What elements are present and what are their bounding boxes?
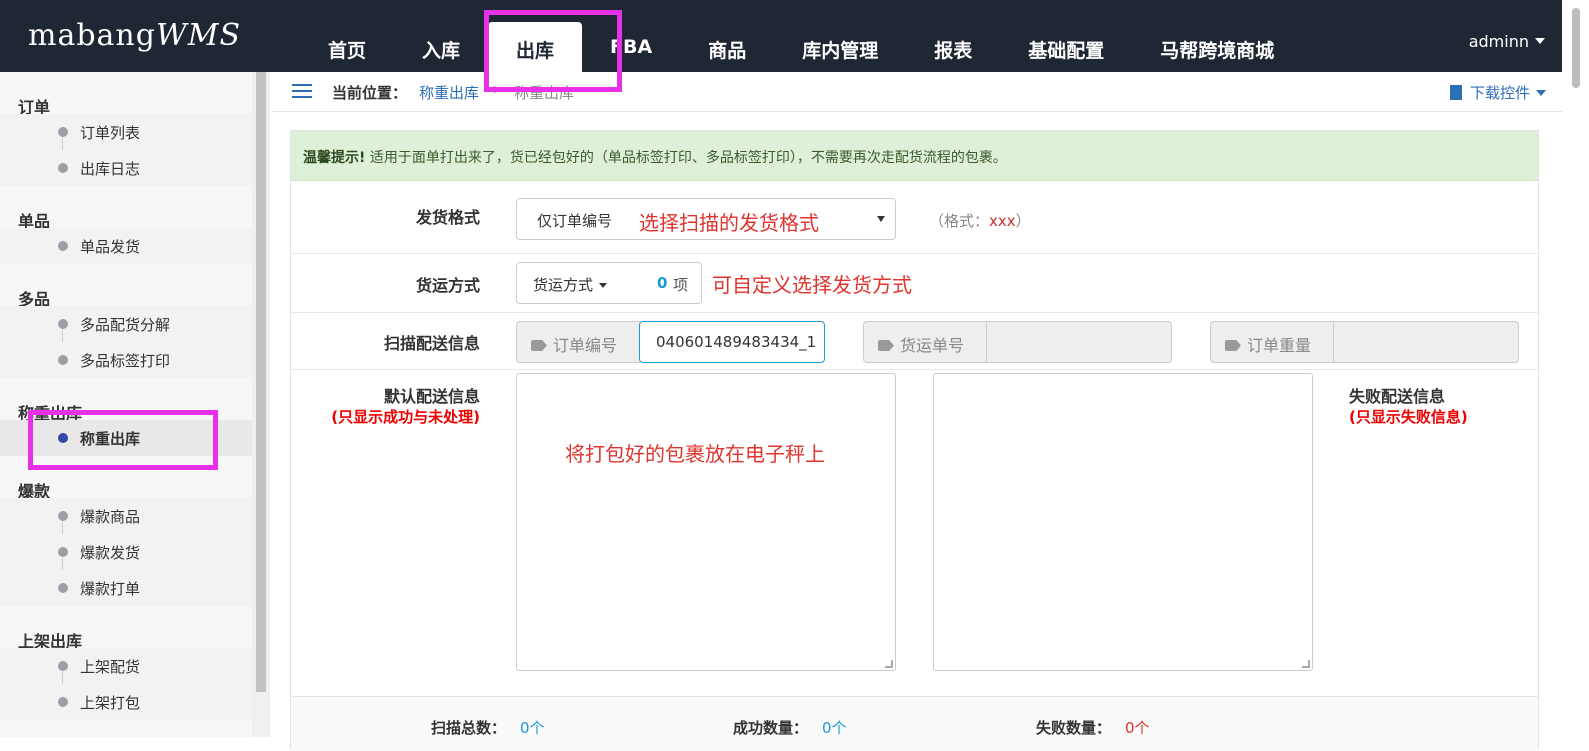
sidebar-item-single-ship[interactable]: 单品发货 — [0, 228, 252, 264]
nav-outbound[interactable]: 出库 — [488, 22, 583, 72]
sidebar-group-shelf: 上架出库 — [18, 632, 83, 651]
resize-grip-icon[interactable] — [1302, 660, 1310, 668]
nav-reports[interactable]: 报表 — [906, 0, 1000, 72]
nav-warehouse[interactable]: 库内管理 — [774, 0, 906, 72]
tag-icon — [878, 340, 894, 351]
format-row: 发货格式 仅订单编号 选择扫描的发货格式 （格式：xxx） — [291, 182, 1538, 254]
sidebar: 订单 订单列表 出库日志 单品 单品发货 多品 多品配货分解 多品标签打印 称重… — [0, 72, 252, 737]
nav-products[interactable]: 商品 — [680, 0, 774, 72]
fail-info-label: 失败配送信息 — [1349, 387, 1446, 406]
download-icon — [1449, 85, 1462, 100]
sidebar-group-hot: 爆款 — [18, 482, 51, 501]
select-arrow-icon — [877, 216, 885, 222]
format-label: 发货格式 — [415, 208, 480, 227]
sidebar-group-weigh: 称重出库 — [18, 404, 83, 423]
sidebar-group-single: 单品 — [18, 212, 51, 231]
download-plugin-button[interactable]: 下载控件 — [1449, 82, 1546, 103]
shipping-count: 0 — [657, 274, 668, 292]
shipping-row: 货运方式 货运方式 0 项 可自定义选择发货方式 — [291, 255, 1538, 313]
sidebar-item-shelf-pick[interactable]: 上架配货 — [0, 648, 252, 684]
default-info-textarea[interactable]: 将打包好的包裹放在电子秤上 — [516, 373, 896, 671]
order-number-group: 订单编号 040601489483434_1 — [516, 321, 825, 363]
sidebar-item-hot-ship[interactable]: 爆款发货 — [0, 534, 252, 570]
sidebar-item-multi-label[interactable]: 多品标签打印 — [0, 342, 252, 378]
fail-info-textarea[interactable] — [933, 373, 1313, 671]
caret-down-icon — [1536, 90, 1546, 96]
stat-success: 成功数量： 0个 — [733, 719, 847, 737]
shipping-label: 货运方式 — [415, 276, 480, 295]
default-info-label: 默认配送信息 — [383, 387, 480, 406]
nav-mall[interactable]: 马帮跨境商城 — [1132, 0, 1302, 72]
format-note: （格式：xxx） — [929, 212, 1031, 230]
sidebar-item-hot-print[interactable]: 爆款打单 — [0, 570, 252, 606]
sidebar-scroll-thumb[interactable] — [256, 72, 266, 692]
scale-annotation: 将打包好的包裹放在电子秤上 — [565, 442, 825, 466]
tracking-number-group: 货运单号 — [863, 321, 1172, 363]
sidebar-item-outbound-log[interactable]: 出库日志 — [0, 150, 252, 186]
caret-down-icon — [1535, 38, 1545, 44]
nav-config[interactable]: 基础配置 — [1000, 0, 1132, 72]
sidebar-item-order-list[interactable]: 订单列表 — [0, 114, 252, 150]
scan-row: 扫描配送信息 订单编号 040601489483434_1 货运单号 订单重量 — [291, 314, 1538, 370]
nav-inbound[interactable]: 入库 — [394, 0, 488, 72]
tracking-number-addon: 货运单号 — [863, 321, 987, 363]
page-scrollbar[interactable] — [1562, 0, 1589, 737]
format-select[interactable]: 仅订单编号 选择扫描的发货格式 — [516, 198, 896, 240]
sidebar-scrollbar[interactable] — [252, 72, 270, 737]
fail-info-sub: (只显示失败信息) — [1349, 408, 1468, 426]
format-annotation: 选择扫描的发货格式 — [639, 211, 819, 235]
breadcrumb-link[interactable]: 称重出库 — [419, 82, 479, 103]
stat-fail: 失败数量： 0个 — [1036, 719, 1150, 737]
weigh-outbound-panel: 温馨提示! 适用于面单打出来了，货已经包好的（单品标签打印、多品标签打印），不需… — [290, 130, 1539, 751]
scan-label: 扫描配送信息 — [383, 334, 480, 353]
shipping-annotation: 可自定义选择发货方式 — [712, 273, 912, 297]
user-menu[interactable]: adminn — [1469, 32, 1545, 51]
sidebar-group-multi: 多品 — [18, 290, 51, 309]
order-weight-group: 订单重量 — [1210, 321, 1519, 363]
sidebar-group-order: 订单 — [18, 98, 51, 117]
tracking-number-input[interactable] — [986, 321, 1172, 363]
main-nav: 首页 入库 出库 FBA 商品 库内管理 报表 基础配置 马帮跨境商城 — [300, 0, 1302, 72]
caret-down-icon — [599, 283, 608, 288]
stat-total: 扫描总数： 0个 — [431, 719, 545, 737]
breadcrumb: 当前位置： 称重出库 > 称重出库 下载控件 — [272, 72, 1562, 112]
sidebar-item-hot-goods[interactable]: 爆款商品 — [0, 498, 252, 534]
tag-icon — [1225, 340, 1241, 351]
order-weight-addon: 订单重量 — [1210, 321, 1334, 363]
tip-alert: 温馨提示! 适用于面单打出来了，货已经包好的（单品标签打印、多品标签打印），不需… — [291, 131, 1538, 181]
menu-toggle-icon[interactable] — [292, 84, 312, 100]
breadcrumb-current: 称重出库 — [514, 84, 575, 102]
main-content: 当前位置： 称重出库 > 称重出库 下载控件 温馨提示! 适用于面单打出来了，货… — [272, 72, 1562, 751]
resize-grip-icon[interactable] — [885, 660, 893, 668]
nav-home[interactable]: 首页 — [300, 0, 394, 72]
stats-bar: 扫描总数： 0个 成功数量： 0个 失败数量： 0个 — [291, 696, 1538, 751]
order-number-input[interactable]: 040601489483434_1 — [639, 321, 825, 363]
shipping-method-select[interactable]: 货运方式 0 项 — [516, 262, 702, 304]
default-info-sub: (只显示成功与未处理) — [331, 408, 480, 426]
sidebar-item-weigh-outbound[interactable]: 称重出库 — [0, 420, 252, 456]
nav-fba[interactable]: FBA — [582, 0, 680, 72]
breadcrumb-label: 当前位置： — [332, 84, 408, 102]
tag-icon — [531, 340, 547, 351]
order-weight-input[interactable] — [1333, 321, 1519, 363]
order-number-addon: 订单编号 — [516, 321, 640, 363]
breadcrumb-separator: > — [492, 82, 504, 98]
app-logo[interactable]: mabangWMS — [28, 18, 241, 53]
sidebar-item-shelf-pack[interactable]: 上架打包 — [0, 684, 252, 720]
top-navbar: mabangWMS 首页 入库 出库 FBA 商品 库内管理 报表 基础配置 马… — [0, 0, 1589, 72]
page-scroll-thumb[interactable] — [1572, 8, 1580, 88]
sidebar-item-multi-split[interactable]: 多品配货分解 — [0, 306, 252, 342]
